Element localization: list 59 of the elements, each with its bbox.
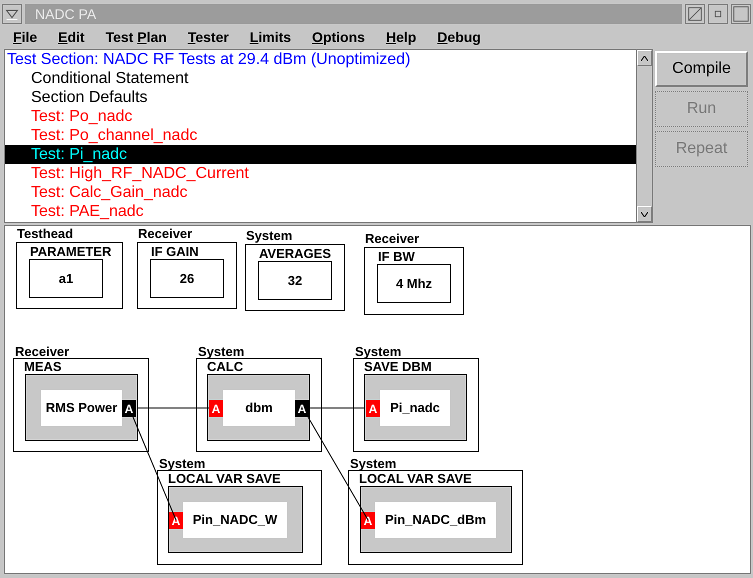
block-label: dbm (223, 390, 295, 426)
block-title: SAVE DBM (364, 360, 432, 374)
menu-item[interactable]: Debug (437, 26, 481, 48)
parameter-title: PARAMETER (30, 245, 112, 259)
category-label: Receiver (138, 227, 192, 241)
list-item[interactable]: Test: PAE_nadc (5, 202, 636, 221)
block-title: LOCAL VAR SAVE (168, 472, 281, 486)
port-label: A (169, 512, 183, 529)
maximize-icon[interactable] (731, 4, 751, 24)
parameter-title: AVERAGES (259, 247, 331, 261)
category-label: Receiver (15, 345, 70, 359)
parameter-title: IF GAIN (151, 245, 199, 259)
category-label: System (350, 457, 396, 471)
category-label: System (246, 229, 292, 243)
block-title: MEAS (24, 360, 62, 374)
menu-item[interactable]: Options (312, 26, 365, 48)
list-item[interactable]: Test: Po_nadc (5, 107, 636, 126)
parameter-title: IF BW (378, 250, 415, 264)
window-menu-icon[interactable] (2, 4, 22, 24)
menu-item[interactable]: Edit (58, 26, 85, 48)
port-label: A (361, 512, 375, 529)
parameter-value: a1 (29, 259, 103, 298)
block-title: LOCAL VAR SAVE (359, 472, 472, 486)
parameter-value: 4 Mhz (377, 264, 451, 303)
scroll-down-button[interactable] (637, 206, 652, 222)
menu-item[interactable]: Help (386, 26, 416, 48)
block-title: CALC (207, 360, 244, 374)
menu-item[interactable]: Test Plan (106, 26, 167, 48)
window-title: NADC PA (35, 4, 96, 24)
block-label: Pi_nadc (380, 390, 450, 426)
block-label: Pin_NADC_W (183, 502, 287, 538)
port-label: A (295, 400, 309, 417)
list-item[interactable]: Test: Calc_Gain_nadc (5, 183, 636, 202)
category-label: System (355, 345, 402, 359)
resize-icon[interactable] (685, 4, 705, 24)
list-item[interactable]: Test: Po_channel_nadc (5, 126, 636, 145)
minimize-icon[interactable] (708, 4, 728, 24)
category-label: System (198, 345, 244, 359)
list-item[interactable]: Conditional Statement (5, 69, 636, 88)
category-label: Testhead (17, 227, 74, 241)
menu-item[interactable]: Tester (188, 26, 229, 48)
list-item[interactable]: Section Defaults (5, 88, 636, 107)
list-item[interactable]: Test Section: NADC RF Tests at 29.4 dBm (Unoptimized) (5, 50, 636, 69)
category-label: Receiver (365, 232, 420, 246)
scroll-up-button[interactable] (637, 50, 652, 66)
block-label: RMS Power (41, 390, 122, 426)
list-item[interactable]: Test: Pi_nadc (5, 145, 636, 164)
category-label: System (159, 457, 206, 471)
port-label: A (122, 400, 136, 417)
menu-item[interactable]: Limits (250, 26, 292, 48)
parameter-value: 26 (150, 259, 224, 298)
menu-item[interactable]: File (13, 26, 38, 48)
port-label: A (366, 400, 380, 417)
toolbar-button[interactable]: Compile (655, 51, 748, 87)
scrollbar[interactable] (636, 50, 652, 222)
parameter-value: 32 (258, 261, 332, 300)
list-item[interactable]: Test: High_RF_NADC_Current (5, 164, 636, 183)
port-label: A (209, 400, 223, 417)
block-label: Pin_NADC_dBm (375, 502, 496, 538)
